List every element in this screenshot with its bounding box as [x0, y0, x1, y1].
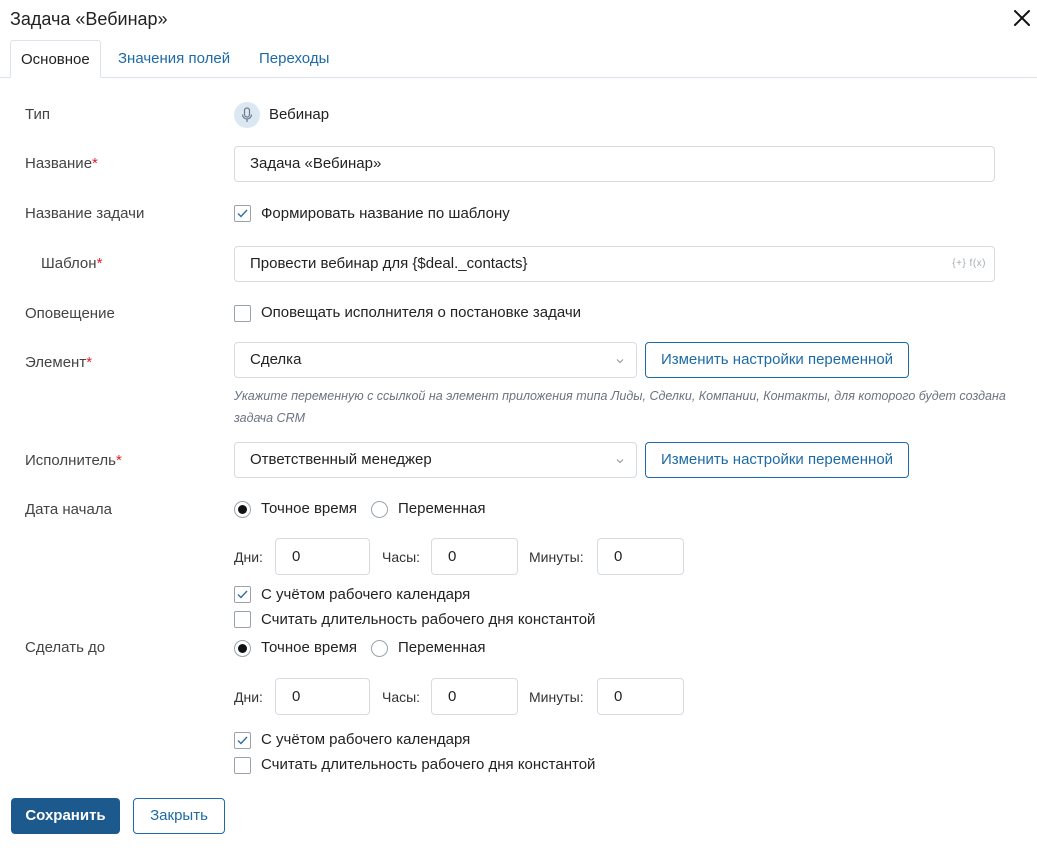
due-hours-label: Часы:	[382, 689, 421, 705]
start-hours-label: Часы:	[382, 549, 421, 565]
start-days-input[interactable]: 0	[275, 538, 370, 575]
start-hours-input[interactable]: 0	[431, 538, 518, 575]
start-calendar-label: С учётом рабочего календаря	[261, 586, 471, 603]
name-input[interactable]: Задача «Вебинар»	[234, 146, 995, 182]
start-calendar-checkbox[interactable]	[234, 586, 251, 603]
element-hint: Укажите переменную с ссылкой на элемент …	[234, 389, 1006, 425]
dialog-title: Задача «Вебинар»	[10, 9, 168, 29]
task-name-template-label: Формировать название по шаблону	[261, 205, 510, 222]
notify-label: Оповещение	[25, 305, 115, 322]
due-constant-label: Считать длительность рабочего дня конста…	[261, 756, 596, 773]
start-date-variable-label: Переменная	[398, 500, 486, 517]
template-value: Провести вебинар для {$deal._contacts}	[250, 255, 528, 272]
due-days-label: Дни:	[234, 689, 263, 705]
type-label: Тип	[25, 106, 51, 123]
start-date-label: Дата начала	[25, 501, 112, 518]
tab-transitions[interactable]: Переходы	[249, 40, 339, 78]
close-icon[interactable]	[1011, 7, 1033, 29]
start-minutes-label: Минуты:	[529, 549, 584, 565]
task-name-template-checkbox[interactable]	[234, 205, 251, 222]
due-date-label: Сделать до	[25, 639, 106, 656]
due-date-exact-radio[interactable]	[234, 640, 251, 657]
chevron-down-icon	[616, 359, 624, 364]
microphone-icon	[234, 102, 260, 128]
save-button[interactable]: Сохранить	[11, 798, 120, 834]
start-date-variable-radio[interactable]	[371, 501, 388, 518]
type-value: Вебинар	[269, 106, 330, 123]
due-minutes-label: Минуты:	[529, 689, 584, 705]
element-change-variable-button[interactable]: Изменить настройки переменной	[645, 342, 909, 378]
tab-field-values[interactable]: Значения полей	[108, 40, 240, 78]
due-date-variable-label: Переменная	[398, 639, 486, 656]
close-button[interactable]: Закрыть	[133, 798, 225, 834]
start-days-label: Дни:	[234, 549, 263, 565]
element-label: Элемент*	[25, 354, 93, 371]
start-constant-checkbox[interactable]	[234, 611, 251, 628]
due-date-variable-radio[interactable]	[371, 640, 388, 657]
due-minutes-input[interactable]: 0	[597, 678, 684, 715]
name-label: Название*	[25, 155, 98, 172]
template-input[interactable]: Провести вебинар для {$deal._contacts} {…	[234, 246, 995, 282]
assignee-change-variable-button[interactable]: Изменить настройки переменной	[645, 442, 909, 478]
due-hours-input[interactable]: 0	[431, 678, 518, 715]
start-minutes-input[interactable]: 0	[597, 538, 684, 575]
element-select-value: Сделка	[250, 351, 302, 368]
notify-checkbox[interactable]	[234, 305, 251, 322]
due-calendar-label: С учётом рабочего календаря	[261, 731, 471, 748]
assignee-select[interactable]: Ответственный менеджер	[234, 442, 637, 478]
due-days-input[interactable]: 0	[275, 678, 370, 715]
chevron-down-icon	[616, 459, 624, 464]
start-constant-label: Считать длительность рабочего дня конста…	[261, 611, 596, 628]
due-constant-checkbox[interactable]	[234, 757, 251, 774]
start-date-exact-label: Точное время	[261, 500, 358, 517]
start-date-exact-radio[interactable]	[234, 501, 251, 518]
tab-main[interactable]: Основное	[10, 40, 101, 78]
element-select[interactable]: Сделка	[234, 342, 637, 378]
assignee-label: Исполнитель*	[25, 452, 122, 469]
assignee-select-value: Ответственный менеджер	[250, 451, 432, 468]
notify-checkbox-label: Оповещать исполнителя о постановке задач…	[261, 304, 582, 321]
due-calendar-checkbox[interactable]	[234, 732, 251, 749]
template-label: Шаблон*	[41, 255, 103, 272]
insert-variable-function-icons[interactable]: {+} f(x)	[952, 247, 986, 281]
due-date-exact-label: Точное время	[261, 639, 358, 656]
task-name-label: Название задачи	[25, 205, 145, 222]
